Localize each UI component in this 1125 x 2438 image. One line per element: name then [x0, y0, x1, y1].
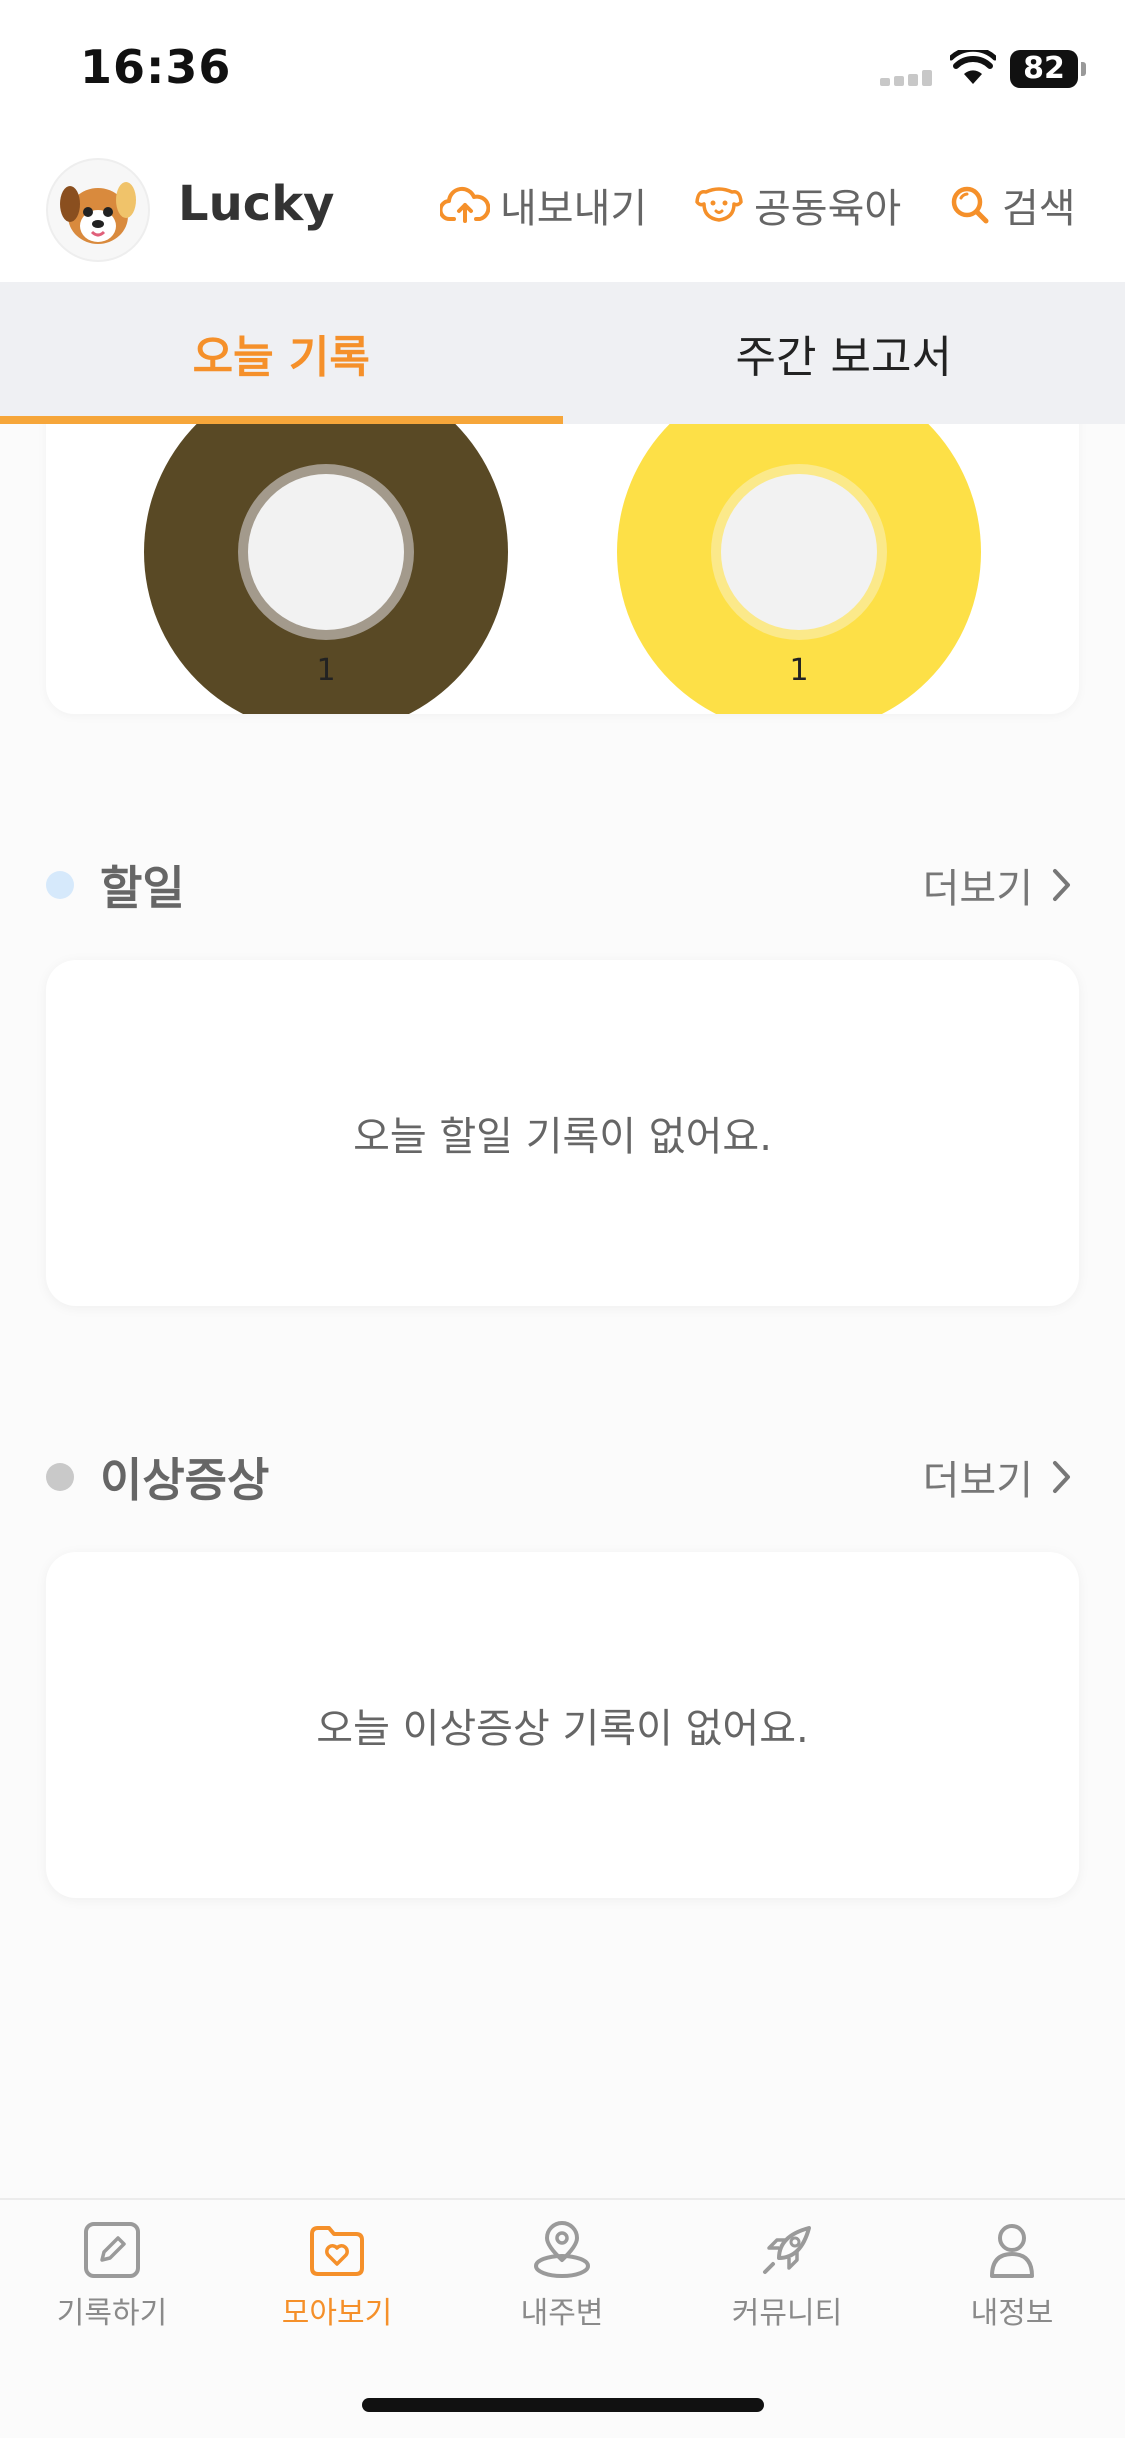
donut-hole — [248, 474, 404, 630]
search-label: 검색 — [1002, 176, 1076, 234]
donut-value-label: 1 — [789, 653, 808, 688]
symptom-section-title: 이상증상 — [46, 1444, 269, 1510]
tab-bar: 오늘 기록 주간 보고서 — [0, 282, 1125, 424]
todo-empty-message: 오늘 할일 기록이 없어요. — [353, 1104, 772, 1162]
pet-avatar[interactable] — [46, 158, 150, 262]
todo-section-title: 할일 — [46, 852, 185, 918]
search-button[interactable]: 검색 — [948, 176, 1076, 234]
todo-card: 오늘 할일 기록이 없어요. — [46, 960, 1079, 1306]
chevron-right-icon — [1051, 867, 1073, 903]
co-parenting-label: 공동육아 — [754, 176, 901, 234]
nav-nearby-label: 내주변 — [521, 2288, 604, 2332]
nav-profile[interactable]: 내정보 — [912, 2220, 1112, 2332]
pencil-icon — [82, 2220, 142, 2280]
nav-record[interactable]: 기록하기 — [12, 2220, 212, 2332]
folder-heart-icon — [307, 2220, 367, 2280]
home-indicator — [362, 2398, 764, 2412]
pet-name: Lucky — [178, 176, 334, 232]
dog-avatar-icon — [48, 160, 148, 260]
co-parenting-button[interactable]: 공동육아 — [694, 176, 901, 234]
chevron-right-icon — [1051, 1459, 1073, 1495]
donut-hole — [721, 474, 877, 630]
battery-indicator: 82 — [1010, 50, 1078, 88]
nav-community-label: 커뮤니티 — [732, 2288, 842, 2332]
symptom-dot — [46, 1463, 74, 1491]
symptom-card: 오늘 이상증상 기록이 없어요. — [46, 1552, 1079, 1898]
todo-dot — [46, 871, 74, 899]
todo-title: 할일 — [100, 852, 185, 918]
status-bar: 16:36 82 — [0, 0, 1125, 140]
app-header: Lucky 내보내기 공동육아 검색 — [0, 140, 1125, 282]
donut-value-label: 1 — [316, 653, 335, 688]
dog-face-icon — [694, 184, 744, 226]
person-icon — [982, 2220, 1042, 2280]
search-icon — [948, 183, 992, 227]
export-button[interactable]: 내보내기 — [440, 176, 647, 234]
tab-weekly-report[interactable]: 주간 보고서 — [563, 282, 1125, 424]
wifi-icon — [950, 50, 996, 86]
status-time: 16:36 — [80, 40, 231, 94]
donut-charts: 11 — [46, 380, 1079, 714]
symptom-more-button[interactable]: 더보기 — [923, 1448, 1073, 1506]
symptom-more-label: 더보기 — [923, 1448, 1033, 1506]
nav-record-label: 기록하기 — [57, 2288, 167, 2332]
todo-more-button[interactable]: 더보기 — [923, 856, 1073, 914]
nav-community[interactable]: 커뮤니티 — [687, 2220, 887, 2332]
chart-card: 11 — [46, 380, 1079, 714]
symptom-empty-message: 오늘 이상증상 기록이 없어요. — [316, 1696, 808, 1754]
location-icon — [531, 2220, 593, 2280]
symptom-title: 이상증상 — [100, 1444, 269, 1510]
cellular-signal-icon — [880, 70, 936, 86]
nav-collection-label: 모아보기 — [282, 2288, 392, 2332]
rocket-icon — [757, 2220, 817, 2280]
tab-today-record[interactable]: 오늘 기록 — [0, 282, 563, 424]
todo-more-label: 더보기 — [923, 856, 1033, 914]
cloud-upload-icon — [440, 185, 490, 225]
nav-collection[interactable]: 모아보기 — [237, 2220, 437, 2332]
export-label: 내보내기 — [500, 176, 647, 234]
nav-nearby[interactable]: 내주변 — [462, 2220, 662, 2332]
nav-profile-label: 내정보 — [971, 2288, 1054, 2332]
